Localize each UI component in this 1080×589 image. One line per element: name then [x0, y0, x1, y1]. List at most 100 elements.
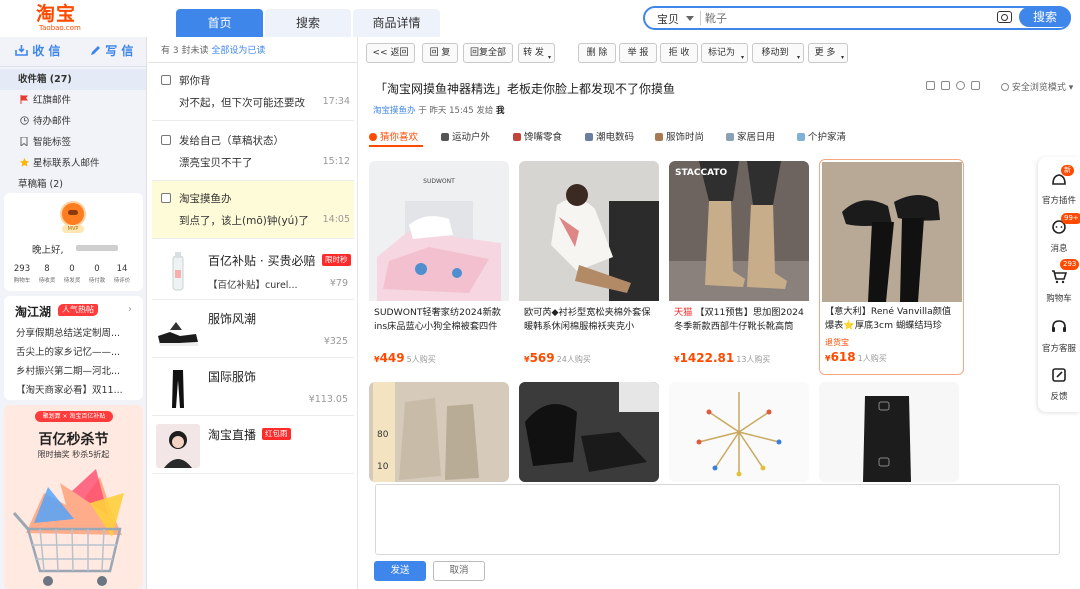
folder-inbox[interactable]: 收件箱 (27)	[0, 69, 146, 90]
shop-channel-item[interactable]: 百亿补贴 · 买贵必赔 限时秒 【百亿补贴】curel... ¥79	[152, 242, 354, 300]
folder-drafts[interactable]: 草稿箱 (2)	[0, 174, 146, 195]
channel-desc: 【百亿补贴】curel...	[208, 280, 298, 291]
clock-icon[interactable]	[956, 81, 965, 90]
folder-flagged[interactable]: 红旗邮件	[0, 90, 146, 111]
sender-link[interactable]: 淘宝摸鱼办	[373, 106, 416, 116]
community-post-link[interactable]: 分享假期总结送定制周...	[16, 325, 136, 339]
community-title[interactable]: 淘江湖	[15, 303, 51, 320]
write-label: 写 信	[105, 44, 134, 58]
chevron-right-icon[interactable]: ›	[128, 304, 132, 315]
category-tab-digital[interactable]: 潮电数码	[585, 129, 634, 147]
mark-all-read-link[interactable]: 全部设为已读	[211, 46, 265, 56]
brand-text: STACCATO	[675, 168, 728, 178]
category-tab-snacks[interactable]: 馋嘴零食	[513, 129, 562, 147]
category-tab-fashion[interactable]: 服饰时尚	[655, 129, 704, 147]
stat-to-ship[interactable]: 0 待发货	[61, 264, 83, 284]
product-card[interactable]: 80 10	[369, 382, 509, 482]
logo-subtitle: Taobao.com	[39, 24, 81, 32]
feedback-button[interactable]: 反馈	[1038, 367, 1080, 402]
flag-icon[interactable]	[941, 81, 950, 90]
shop-channel-item[interactable]: 服饰风潮 ¥325	[152, 300, 354, 358]
product-image-bedding: SUDWONT	[369, 161, 509, 301]
stat-cart[interactable]: 293 购物车	[11, 264, 33, 284]
promo-tag: 聚划算 × 淘宝百亿补贴	[35, 411, 113, 422]
cancel-button[interactable]: 取消	[433, 561, 485, 581]
tab-product-detail[interactable]: 商品详情	[353, 9, 440, 37]
brand-text: SUDWONT	[423, 178, 455, 185]
product-thumbnail	[172, 252, 184, 291]
tab-search[interactable]: 搜索	[265, 9, 351, 37]
category-tab-care[interactable]: 个护家清	[797, 129, 846, 147]
category-label: 个护家清	[808, 132, 847, 143]
shop-channel-item[interactable]: 国际服饰 ¥113.05	[152, 358, 354, 416]
product-card[interactable]: SUDWONT SUDWONT轻奢家纺2024新款ins床品蓝心小狗全棉被套四件…	[369, 161, 509, 374]
community-post-link[interactable]: 【淘天商家必看】双11...	[16, 382, 136, 396]
shield-icon	[1001, 83, 1009, 91]
cart-icon	[1052, 270, 1068, 284]
folder-todo[interactable]: 待办邮件	[0, 111, 146, 132]
safe-browsing-toggle[interactable]: 安全浏览模式 ▾	[1001, 80, 1073, 93]
stat-to-review[interactable]: 14 待评价	[111, 264, 133, 284]
category-tab-outdoor[interactable]: 运动户外	[441, 129, 490, 147]
search-divider	[700, 11, 701, 25]
avatar[interactable]	[60, 201, 86, 227]
reject-button[interactable]: 拒 收	[660, 43, 698, 63]
back-button[interactable]: << 返回	[366, 43, 415, 63]
mail-checkbox[interactable]	[161, 75, 171, 85]
folder-smart-tags[interactable]: 智能标签	[0, 132, 146, 153]
receive-mail-button[interactable]: 收 信	[15, 41, 60, 61]
list-item[interactable]: 发给自己（草稿状态） 漂亮宝贝不干了 15:12	[152, 123, 354, 181]
search-button[interactable]: 搜索	[1019, 7, 1071, 27]
community-post-link[interactable]: 乡村振兴第二期—河北...	[16, 363, 136, 377]
search-input[interactable]	[705, 10, 985, 26]
mail-checkbox[interactable]	[161, 193, 171, 203]
mail-meta: 淘宝摸鱼办 于 昨天 15:45 发给 我	[373, 104, 505, 116]
write-mail-button[interactable]: 写 信	[90, 41, 133, 61]
send-button[interactable]: 发送	[374, 561, 426, 581]
stat-label: 待发货	[63, 278, 81, 284]
messages-button[interactable]: 消息 99+	[1038, 213, 1080, 254]
reply-button[interactable]: 回 复	[422, 43, 458, 63]
mark-as-button[interactable]: 标记为 ▾	[701, 43, 748, 63]
delete-button[interactable]: 删 除	[578, 43, 616, 63]
product-card[interactable]	[519, 382, 659, 482]
reply-all-button[interactable]: 回复全部	[463, 43, 513, 63]
cart-button[interactable]: 购物车 293	[1038, 259, 1080, 304]
floating-tools: 官方插件 新 消息 99+ 购物车 293 官方客服 反馈	[1038, 157, 1080, 412]
customer-service-button[interactable]: 官方客服	[1038, 319, 1080, 354]
promo-banner[interactable]: 聚划算 × 淘宝百亿补贴 百亿秒杀节 限时抽奖 秒杀5折起	[4, 405, 143, 589]
category-tab-home[interactable]: 家居日用	[726, 129, 775, 147]
move-to-button[interactable]: 移动到 ▾	[752, 43, 804, 63]
mail-checkbox[interactable]	[161, 135, 171, 145]
product-price: ¥1422.81 13人购买	[674, 351, 771, 365]
camera-icon[interactable]	[997, 11, 1012, 23]
report-button[interactable]: 举 报	[619, 43, 657, 63]
feedback-label: 反馈	[1050, 392, 1068, 402]
product-card[interactable]	[819, 382, 959, 482]
product-card[interactable]: 欧可芮◆衬衫型宽松夹棉外套保暖韩系休闲棉服棉袄夹克小 ¥569 24人购买	[519, 161, 659, 374]
stat-to-receive[interactable]: 8 待收货	[36, 264, 58, 284]
bookmark-icon[interactable]	[926, 81, 935, 90]
search-scope-select[interactable]: 宝贝	[657, 11, 679, 27]
category-label: 服饰时尚	[666, 132, 705, 143]
community-post-link[interactable]: 舌尖上的家乡记忆——...	[16, 344, 136, 358]
tab-home[interactable]: 首页	[176, 9, 263, 37]
stat-to-pay[interactable]: 0 待付款	[86, 264, 108, 284]
more-button[interactable]: 更 多 ▾	[808, 43, 848, 63]
search-bar: 宝贝 搜索	[643, 6, 1071, 30]
product-card-highlighted[interactable]: 【意大利】René Vanvilla颜值爆表⭐厚底3cm 蝴蝶结玛珍 退货宝 ¥…	[819, 159, 964, 375]
chevron-down-icon[interactable]	[686, 16, 694, 21]
shop-channel-item[interactable]: 淘宝直播 红包雨	[152, 416, 354, 474]
product-card[interactable]	[669, 382, 809, 482]
cap-icon	[441, 133, 449, 141]
unread-summary: 有 3 封未读 全部设为已读	[161, 43, 265, 56]
folder-star-contacts[interactable]: 星标联系人邮件	[0, 153, 146, 174]
print-icon[interactable]	[971, 81, 980, 90]
reply-textarea[interactable]	[375, 484, 1060, 555]
list-item-selected[interactable]: 淘宝摸鱼办 到点了，该上(mō)钟(yú)了 14:05	[152, 181, 354, 239]
product-card[interactable]: STACCATO 天猫 【双11预售】思加图2024冬季新款西部牛仔靴长靴高筒 …	[669, 161, 809, 374]
plugin-button[interactable]: 官方插件 新	[1038, 165, 1080, 206]
taobao-logo[interactable]: 淘宝	[36, 4, 76, 24]
forward-button[interactable]: 转 发 ▾	[518, 43, 555, 63]
list-item[interactable]: 郭你背 对不起，但下次可能还要改 17:34	[152, 63, 354, 121]
